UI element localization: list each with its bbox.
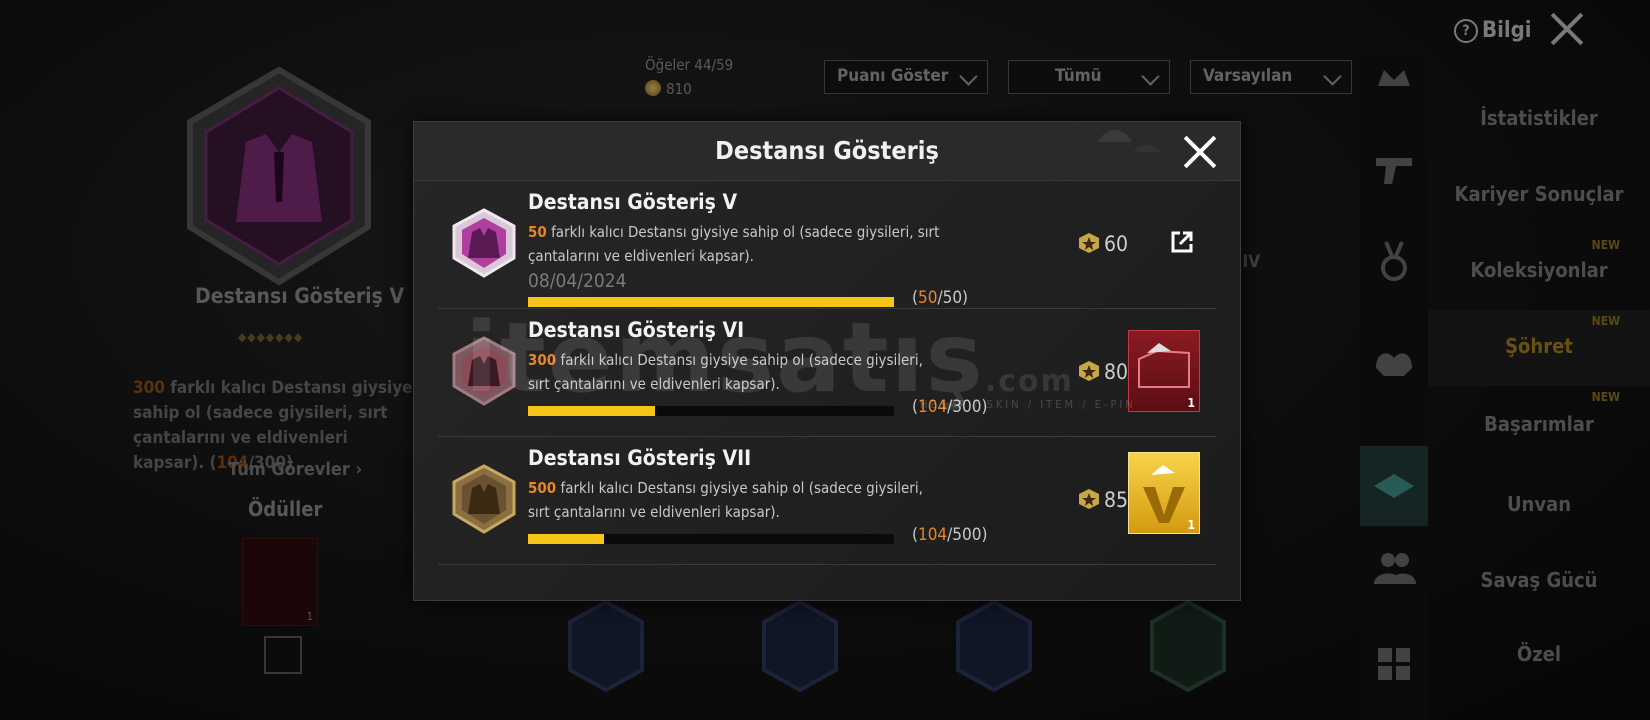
achievement-row: Destansı Gösteriş V 50 farklı kalıcı Des…: [438, 180, 1216, 309]
gold-tier-badge-icon: [452, 464, 516, 534]
watermark-subtext: HESAP / SKIN / ITEM / E-PIN: [920, 398, 1136, 411]
red-crate-reward[interactable]: 1: [1128, 330, 1200, 412]
points-value: 80: [1078, 360, 1128, 384]
gold-crate-reward[interactable]: 1: [1128, 452, 1200, 534]
achievement-description: 50 farklı kalıcı Destansı giysiye sahip …: [528, 223, 940, 265]
achievement-title: Destansı Gösteriş V: [528, 190, 738, 214]
points-star-icon: [1079, 233, 1099, 253]
points-star-icon: [1079, 361, 1099, 381]
achievement-title: Destansı Gösteriş VII: [528, 446, 752, 470]
pink-tier-badge-icon: [452, 208, 516, 278]
progress-text: (104/500): [912, 525, 988, 545]
close-icon[interactable]: [1182, 134, 1218, 170]
points-value: 85: [1078, 488, 1128, 512]
modal-title: Destansı Gösteriş: [715, 136, 939, 165]
share-icon[interactable]: [1170, 230, 1194, 254]
progress-bar: [528, 534, 894, 544]
points-star-icon: [1079, 489, 1099, 509]
points-value: 60: [1078, 232, 1128, 256]
achievement-row: Destansı Gösteriş VII 500 farklı kalıcı …: [438, 436, 1216, 565]
progress-fill: [528, 534, 605, 544]
achievement-description: 500 farklı kalıcı Destansı giysiye sahip…: [528, 479, 923, 521]
completion-date: 08/04/2024: [528, 270, 627, 292]
